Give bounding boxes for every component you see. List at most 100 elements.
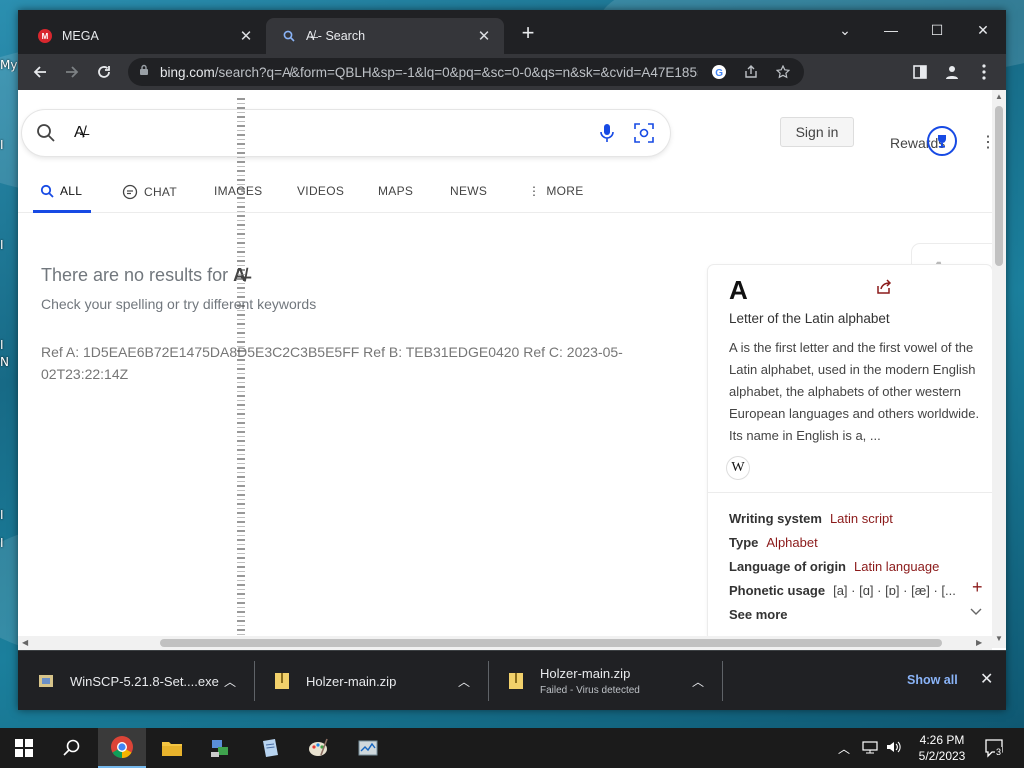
wikipedia-icon[interactable]: W [727, 457, 749, 479]
close-window-button[interactable]: ✕ [960, 16, 1006, 44]
menu-kebab-icon[interactable] [970, 58, 998, 86]
reload-button[interactable] [90, 58, 118, 86]
address-bar[interactable]: bing.com/search?q=A̸&form=QBLH&sp=-1&lq=… [128, 58, 804, 86]
fact-value-link[interactable]: Latin language [854, 559, 939, 574]
tab-search-chevron-icon[interactable]: ⌄ [822, 16, 868, 44]
side-panel-icon[interactable] [906, 58, 934, 86]
fact-key: Type [729, 535, 759, 550]
rewards-trophy-icon[interactable] [927, 126, 957, 156]
forward-button[interactable] [58, 58, 86, 86]
show-all-downloads-link[interactable]: Show all [907, 673, 958, 687]
chrome-taskbar-button[interactable] [98, 728, 146, 768]
app-taskbar-button[interactable] [196, 728, 244, 768]
clock-time: 4:26 PM [919, 733, 965, 747]
start-button[interactable] [0, 728, 48, 768]
chevron-up-icon[interactable]: ︿ [692, 673, 704, 690]
svg-text:G: G [715, 68, 723, 79]
kp-title: A [729, 275, 748, 305]
fact-row: Phonetic usage [a] · [ɑ] · [ɒ] · [æ] · [.… [729, 583, 956, 598]
knowledge-panel: A Letter of the Latin alphabet A is the … [708, 265, 992, 641]
download-item-failed[interactable]: Holzer-main.zip Failed - Virus detected … [488, 651, 722, 710]
download-filename: Holzer-main.zip [306, 673, 397, 689]
system-clock[interactable]: 4:26 PM 5/2/2023 [906, 732, 978, 764]
tab-all[interactable]: ALL [40, 184, 82, 198]
settings-menu-icon[interactable]: ⋮ [980, 132, 992, 152]
download-shelf: WinSCP-5.21.8-Set....exe ︿ Holzer-main.z… [18, 650, 1006, 710]
volume-icon[interactable] [886, 740, 902, 757]
close-shelf-icon[interactable]: ✕ [980, 669, 993, 689]
scroll-right-arrow-icon[interactable]: ▶ [976, 638, 982, 647]
download-item[interactable]: Holzer-main.zip ︿ [254, 651, 488, 710]
minimize-button[interactable]: — [868, 16, 914, 44]
fact-value-link[interactable]: Latin script [830, 511, 893, 526]
bookmark-star-icon[interactable] [772, 61, 794, 83]
desktop-icon-label[interactable]: I [0, 238, 20, 252]
share-icon[interactable] [740, 61, 762, 83]
expand-plus-icon[interactable]: + [972, 577, 983, 598]
url-text[interactable]: bing.com/search?q=A̸&form=QBLH&sp=-1&lq=… [160, 65, 698, 80]
app-taskbar-button[interactable] [294, 728, 342, 768]
network-icon[interactable] [862, 740, 878, 757]
app-taskbar-button[interactable] [246, 728, 294, 768]
desktop-icon-label[interactable]: N [0, 355, 20, 369]
maximize-button[interactable]: ☐ [914, 16, 960, 44]
horizontal-scrollbar[interactable]: ◀ ▶ [18, 636, 992, 650]
visual-search-icon[interactable] [634, 123, 654, 148]
tab-news-label: NEWS [450, 184, 488, 198]
horizontal-scroll-thumb[interactable] [160, 639, 942, 647]
tab-videos[interactable]: VIDEOS [297, 184, 344, 198]
no-results-prefix: There are no results for [41, 265, 229, 285]
scroll-down-arrow-icon[interactable]: ▼ [995, 634, 1003, 643]
chevron-down-icon[interactable] [970, 605, 982, 619]
see-more-link[interactable]: See more [729, 607, 788, 622]
installer-file-icon [36, 671, 56, 691]
scroll-up-arrow-icon[interactable]: ▲ [995, 92, 1003, 101]
microphone-icon[interactable] [600, 123, 614, 148]
chevron-up-icon[interactable]: ︿ [838, 740, 850, 757]
sign-in-button[interactable]: Sign in [780, 117, 854, 147]
notepad-icon [263, 739, 278, 757]
fact-value-link[interactable]: Alphabet [766, 535, 817, 550]
close-tab-icon[interactable]: ✕ [476, 27, 492, 45]
vertical-scroll-thumb[interactable] [995, 106, 1003, 266]
share-icon[interactable] [876, 279, 894, 297]
tab-more-label: MORE [546, 184, 584, 198]
tab-videos-label: VIDEOS [297, 184, 345, 198]
desktop-icon-label[interactable]: I [0, 536, 20, 550]
folder-icon [162, 742, 182, 756]
search-input[interactable]: A̸̶ [74, 124, 85, 142]
search-box[interactable]: A̸̶ [22, 110, 670, 156]
vertical-scrollbar[interactable]: ▲ ▼ [992, 90, 1006, 648]
back-button[interactable] [26, 58, 54, 86]
no-results-heading: There are no results for A̸̶ [41, 265, 246, 286]
lock-icon[interactable] [138, 63, 150, 81]
mega-icon: M [38, 29, 52, 43]
tab-news[interactable]: NEWS [450, 184, 487, 198]
google-icon[interactable]: G [708, 61, 730, 83]
notification-center-icon[interactable]: 3 [984, 738, 1004, 758]
url-path: /search?q=A̸&form=QBLH&sp=-1&lq=0&pq=&sc… [214, 64, 698, 80]
search-icon[interactable] [36, 123, 56, 148]
scroll-left-arrow-icon[interactable]: ◀ [22, 638, 28, 647]
app-taskbar-button[interactable] [344, 728, 392, 768]
close-tab-icon[interactable]: ✕ [238, 27, 254, 45]
download-item[interactable]: WinSCP-5.21.8-Set....exe ︿ [18, 651, 254, 710]
chevron-up-icon[interactable]: ︿ [224, 673, 236, 690]
tab-more[interactable]: ⋮ MORE [528, 184, 584, 198]
desktop-icon-label[interactable]: I [0, 338, 20, 352]
new-tab-button[interactable]: + [518, 22, 538, 44]
tab-mega[interactable]: M MEGA ✕ [22, 18, 266, 54]
profile-icon[interactable] [938, 58, 966, 86]
tab-bing-search[interactable]: A̸̶ - Search ✕ [266, 18, 504, 54]
search-taskbar-button[interactable] [48, 728, 96, 768]
file-explorer-taskbar-button[interactable] [148, 728, 196, 768]
tab-maps[interactable]: MAPS [378, 184, 413, 198]
network-app-icon [211, 740, 228, 757]
desktop-icon-label[interactable]: I [0, 138, 20, 152]
desktop-icon-label[interactable]: I [0, 508, 20, 522]
download-filename: Holzer-main.zip [540, 666, 631, 681]
tab-chat[interactable]: CHAT [122, 184, 177, 200]
chevron-up-icon[interactable]: ︿ [458, 673, 470, 690]
browser-toolbar: bing.com/search?q=A̸&form=QBLH&sp=-1&lq=… [18, 54, 1006, 90]
desktop-icon-label[interactable]: My [0, 58, 20, 72]
